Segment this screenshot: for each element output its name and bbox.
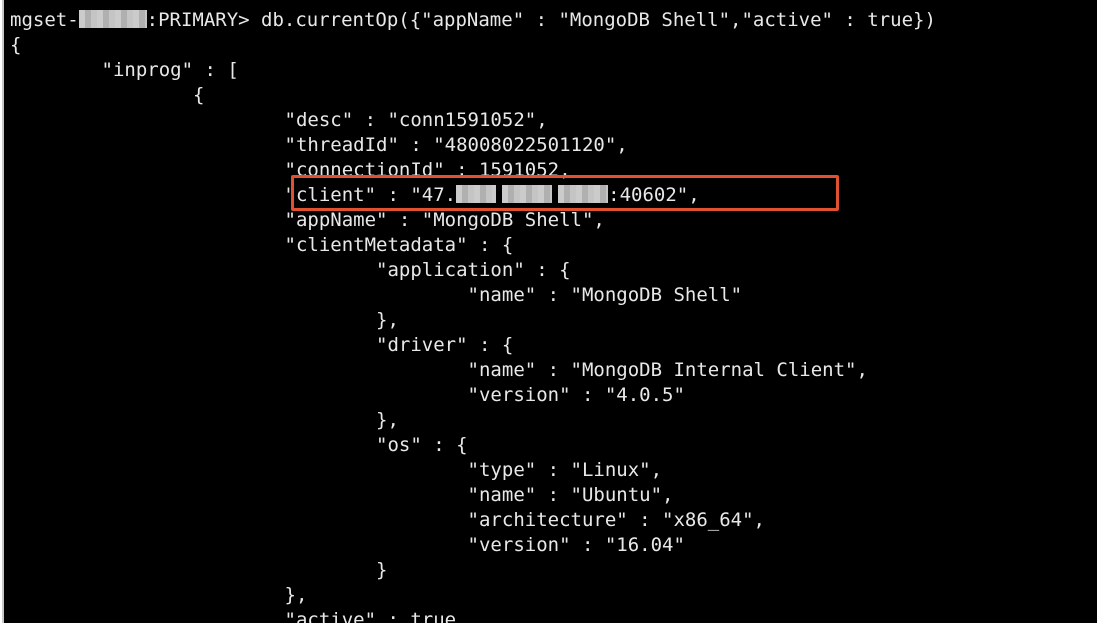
client-line: "client" : "47. :40602", xyxy=(10,183,1097,208)
output-line: "version" : "16.04" xyxy=(10,534,685,556)
output-line: "active" : true, xyxy=(10,609,468,623)
output-line: "driver" : { xyxy=(10,334,514,356)
redacted-replset-id xyxy=(78,10,147,28)
output-line: { xyxy=(10,84,205,106)
output-line: "desc" : "conn1591052", xyxy=(10,109,548,131)
output-line: }, xyxy=(10,409,399,431)
output-line: }, xyxy=(10,584,308,606)
output-line: "name" : "MongoDB Internal Client", xyxy=(10,359,868,381)
prompt-primary-label: :PRIMARY> xyxy=(146,9,250,31)
output-line: "connectionId" : 1591052, xyxy=(10,159,571,181)
shell-prompt-line: mgset- :PRIMARY> db.currentOp({"appName" … xyxy=(10,8,1097,33)
output-line: }, xyxy=(10,309,399,331)
output-line: "os" : { xyxy=(10,434,468,456)
output-line: "type" : "Linux", xyxy=(10,459,663,481)
output-line: "inprog" : [ xyxy=(10,59,239,81)
output-line: "name" : "Ubuntu", xyxy=(10,484,674,506)
redacted-ip-octet xyxy=(558,185,609,203)
output-line: "architecture" : "x86_64", xyxy=(10,509,765,531)
output-line: "appName" : "MongoDB Shell", xyxy=(10,209,605,231)
shell-command: db.currentOp({"appName" : "MongoDB Shell… xyxy=(249,9,936,31)
output-line: "name" : "MongoDB Shell" xyxy=(10,284,743,306)
output-line: } xyxy=(10,559,388,581)
redacted-ip-octet xyxy=(456,185,497,203)
output-line: "clientMetadata" : { xyxy=(10,234,514,256)
terminal-window[interactable]: mgset- :PRIMARY> db.currentOp({"appName" … xyxy=(2,0,1097,623)
client-line-port: :40602", xyxy=(608,184,700,206)
terminal-output: mgset- :PRIMARY> db.currentOp({"appName" … xyxy=(10,8,1097,623)
output-line: "version" : "4.0.5" xyxy=(10,384,685,406)
output-line: "application" : { xyxy=(10,259,571,281)
client-line-head: "client" : "47. xyxy=(10,184,457,206)
prompt-replset-prefix: mgset- xyxy=(10,9,79,31)
redacted-ip-octet xyxy=(502,185,553,203)
output-line: "threadId" : "48008022501120", xyxy=(10,134,628,156)
output-line: { xyxy=(10,34,22,56)
screenshot-frame: mgset- :PRIMARY> db.currentOp({"appName" … xyxy=(0,0,1097,623)
